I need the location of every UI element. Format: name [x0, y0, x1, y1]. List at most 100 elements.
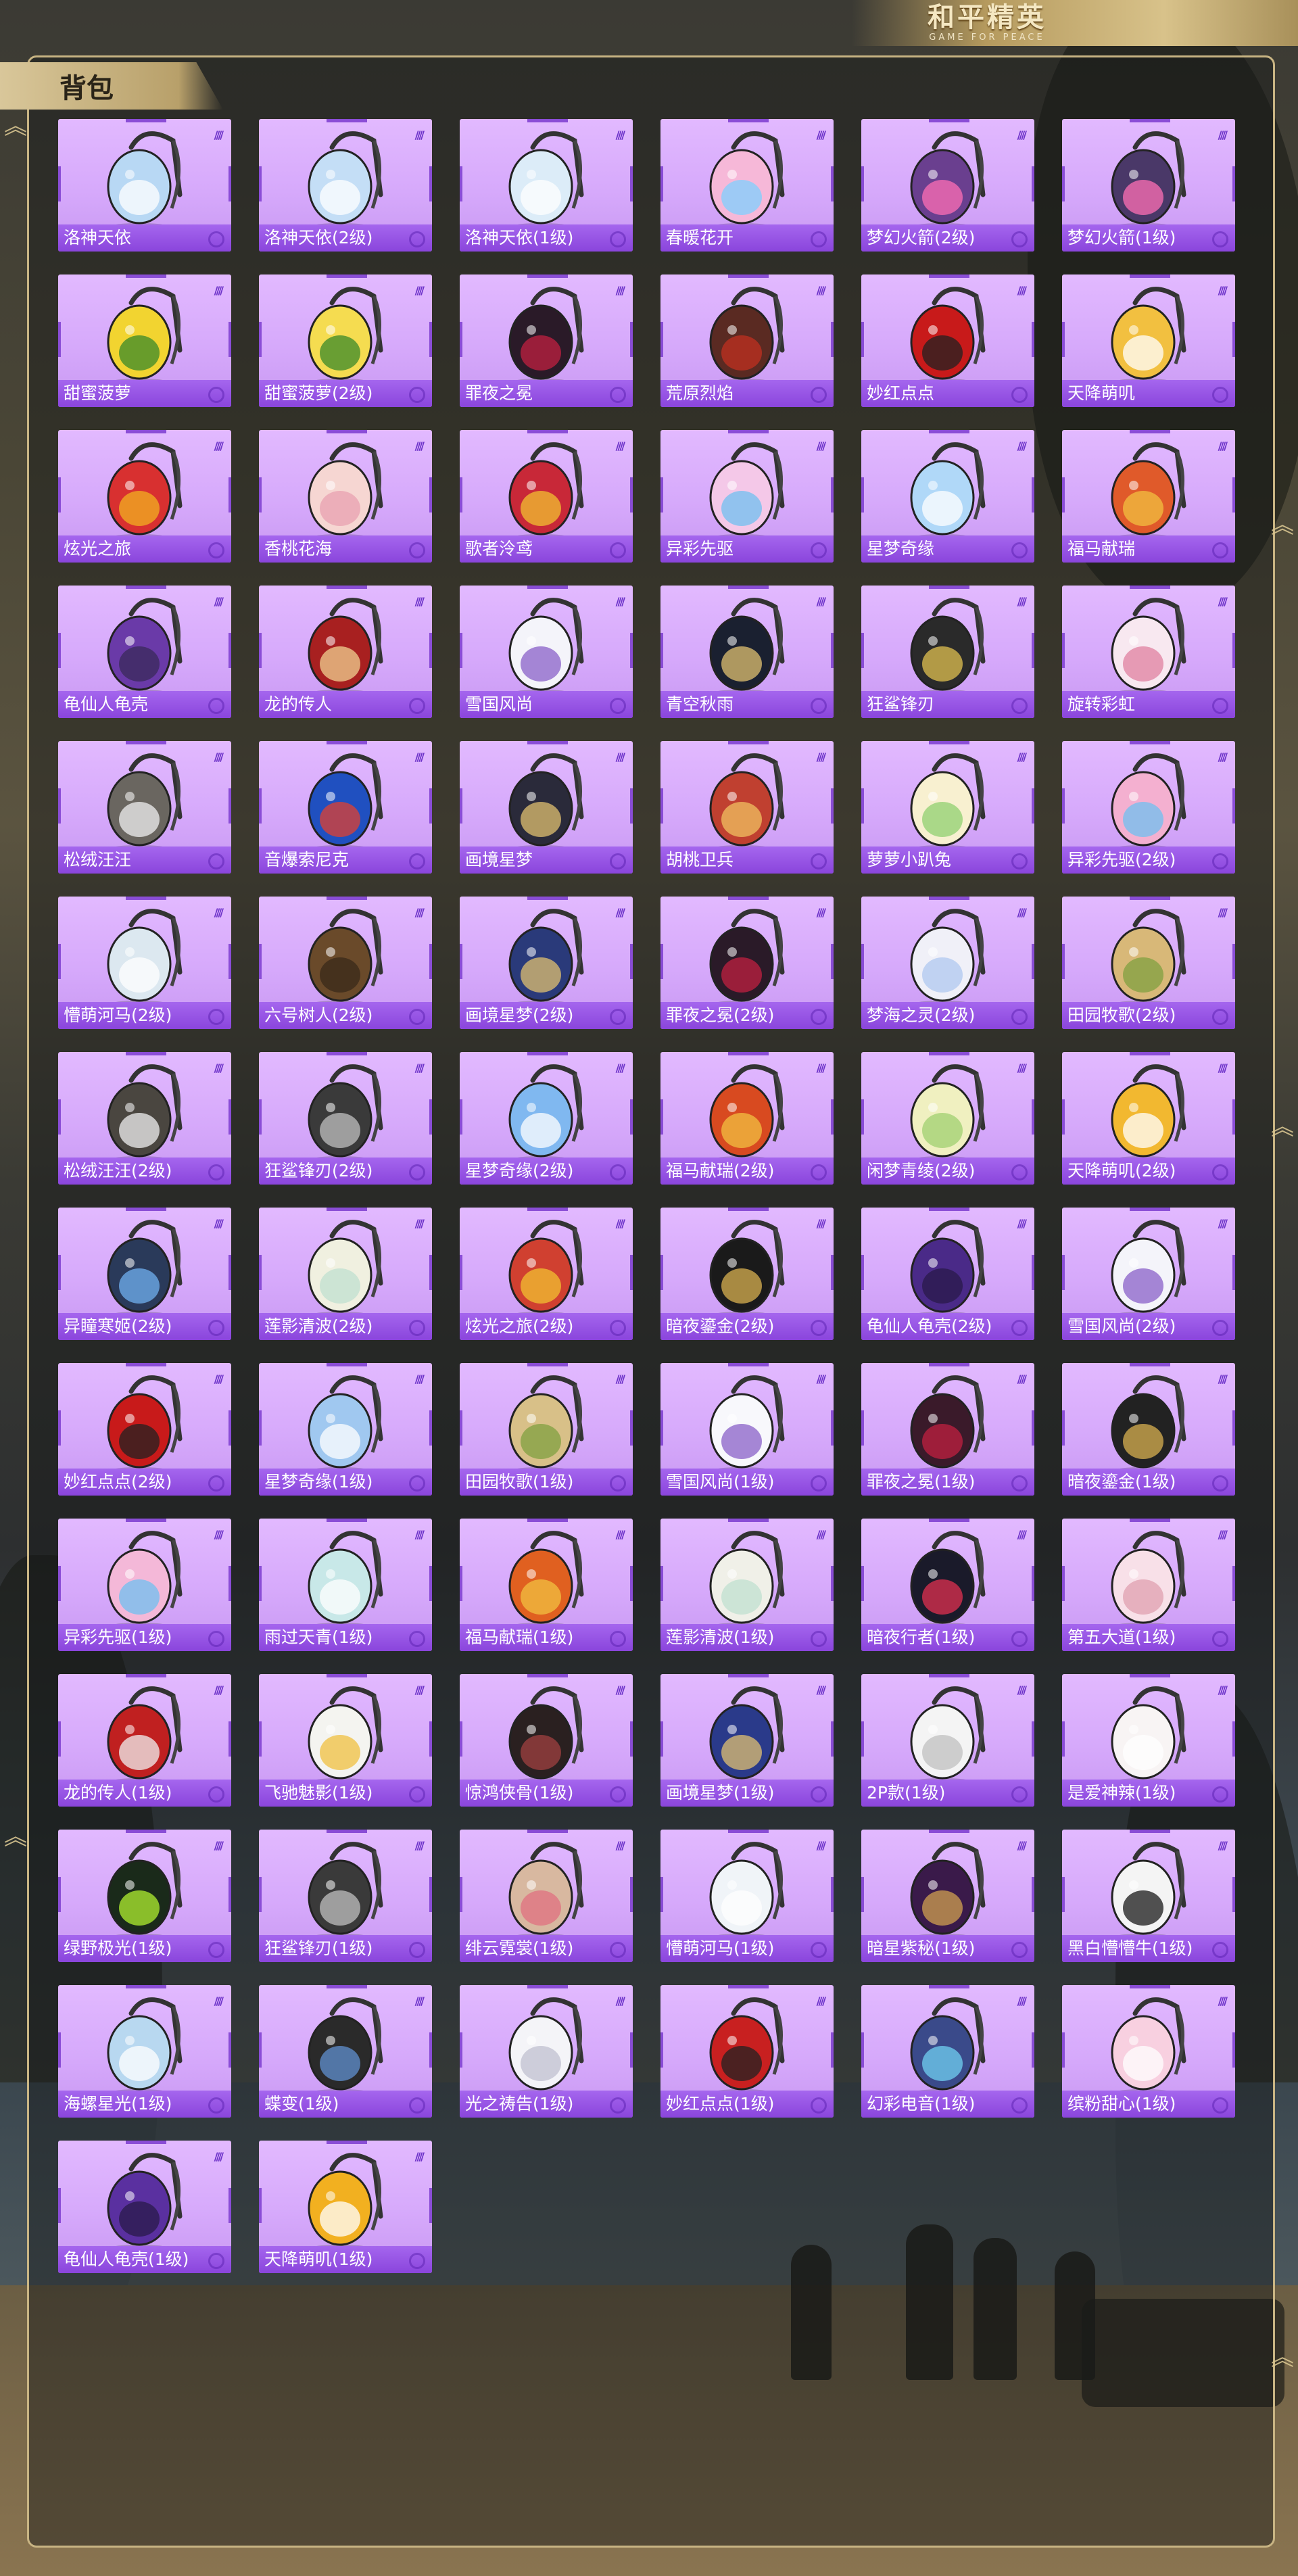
backpack-card[interactable]: //// 妙红点点 [861, 275, 1034, 407]
backpack-card[interactable]: //// 星梦奇缘 [861, 430, 1034, 563]
backpack-name: 田园牧歌(2级) [1062, 1002, 1235, 1029]
backpack-card[interactable]: //// 蝶变(1级) [259, 1985, 432, 2118]
backpack-card[interactable]: //// 懵萌河马(1级) [660, 1830, 834, 1962]
backpack-card[interactable]: //// 画境星梦 [460, 741, 633, 874]
backpack-card[interactable]: //// 雨过天青(1级) [259, 1519, 432, 1651]
card-edge-notch [229, 1566, 231, 1601]
backpack-card[interactable]: //// 暗夜行者(1级) [861, 1519, 1034, 1651]
backpack-card[interactable]: //// 狂鲨锋刃(2级) [259, 1052, 432, 1185]
backpack-card[interactable]: //// 绯云霓裳(1级) [460, 1830, 633, 1962]
backpack-card[interactable]: //// 田园牧歌(2级) [1062, 897, 1235, 1029]
backpack-card[interactable]: //// 罪夜之冕(2级) [660, 897, 834, 1029]
backpack-card[interactable]: //// 妙红点点(1级) [660, 1985, 834, 2118]
backpack-card[interactable]: //// 音爆索尼克 [259, 741, 432, 874]
backpack-card[interactable]: //// 萝萝小趴兔 [861, 741, 1034, 874]
backpack-card[interactable]: //// 画境星梦(2级) [460, 897, 633, 1029]
backpack-card[interactable]: //// 梦幻火箭(1级) [1062, 119, 1235, 252]
backpack-card[interactable]: //// 天降萌叽(1级) [259, 2141, 432, 2273]
backpack-card[interactable]: //// 春暖花开 [660, 119, 834, 252]
backpack-card[interactable]: //// 旋转彩虹 [1062, 586, 1235, 718]
backpack-card[interactable]: //// 龙的传人 [259, 586, 432, 718]
backpack-card[interactable]: //// 香桃花海 [259, 430, 432, 563]
card-top-accent [1130, 586, 1170, 589]
backpack-card[interactable]: //// 六号树人(2级) [259, 897, 432, 1029]
backpack-card[interactable]: //// 龟仙人龟壳 [58, 586, 231, 718]
backpack-card[interactable]: //// 胡桃卫兵 [660, 741, 834, 874]
backpack-card[interactable]: //// 异彩先驱(2级) [1062, 741, 1235, 874]
backpack-card[interactable]: //// 绿野极光(1级) [58, 1830, 231, 1962]
backpack-card[interactable]: //// 龟仙人龟壳(2级) [861, 1208, 1034, 1340]
backpack-card[interactable]: //// 福马献瑞(2级) [660, 1052, 834, 1185]
backpack-icon [1101, 1060, 1196, 1162]
backpack-icon [900, 1682, 995, 1784]
backpack-card[interactable]: //// 天降萌叽 [1062, 275, 1235, 407]
card-edge-notch [1232, 1255, 1235, 1290]
backpack-card[interactable]: //// 闲梦青绫(2级) [861, 1052, 1034, 1185]
backpack-card[interactable]: //// 罪夜之冕(1级) [861, 1363, 1034, 1496]
backpack-card[interactable]: //// 洛神天依(2级) [259, 119, 432, 252]
backpack-icon [499, 1060, 594, 1162]
backpack-card[interactable]: //// 青空秋雨 [660, 586, 834, 718]
card-edge-notch [1232, 1410, 1235, 1446]
backpack-card[interactable]: //// 雪国风尚 [460, 586, 633, 718]
backpack-card[interactable]: //// 异彩先驱 [660, 430, 834, 563]
backpack-card[interactable]: //// 莲影清波(2级) [259, 1208, 432, 1340]
backpack-card[interactable]: //// 妙红点点(2级) [58, 1363, 231, 1496]
backpack-card[interactable]: //// 罪夜之冕 [460, 275, 633, 407]
backpack-name: 光之祷告(1级) [460, 2091, 633, 2118]
backpack-card[interactable]: //// 炫光之旅(2级) [460, 1208, 633, 1340]
backpack-card[interactable]: //// 是爱神辣(1级) [1062, 1674, 1235, 1807]
rarity-stripes-icon: //// [816, 1995, 826, 2007]
backpack-card[interactable]: //// 惊鸿侠骨(1级) [460, 1674, 633, 1807]
backpack-card[interactable]: //// 星梦奇缘(2级) [460, 1052, 633, 1185]
backpack-card[interactable]: //// 星梦奇缘(1级) [259, 1363, 432, 1496]
backpack-card[interactable]: //// 飞驰魅影(1级) [259, 1674, 432, 1807]
backpack-card[interactable]: //// 松绒汪汪 [58, 741, 231, 874]
backpack-card[interactable]: //// 洛神天依 [58, 119, 231, 252]
backpack-card[interactable]: //// 荒原烈焰 [660, 275, 834, 407]
backpack-card[interactable]: //// 懵萌河马(2级) [58, 897, 231, 1029]
backpack-card[interactable]: //// 暗夜鎏金(1级) [1062, 1363, 1235, 1496]
backpack-card[interactable]: //// 莲影清波(1级) [660, 1519, 834, 1651]
backpack-card[interactable]: //// 梦幻火箭(2级) [861, 119, 1034, 252]
backpack-card[interactable]: //// 画境星梦(1级) [660, 1674, 834, 1807]
backpack-card[interactable]: //// 天降萌叽(2级) [1062, 1052, 1235, 1185]
backpack-card[interactable]: //// 雪国风尚(2级) [1062, 1208, 1235, 1340]
backpack-card[interactable]: //// 暗夜鎏金(2级) [660, 1208, 834, 1340]
backpack-card[interactable]: //// 海螺星光(1级) [58, 1985, 231, 2118]
backpack-card[interactable]: //// 甜蜜菠萝(2级) [259, 275, 432, 407]
backpack-card[interactable]: //// 田园牧歌(1级) [460, 1363, 633, 1496]
backpack-card[interactable]: //// 洛神天依(1级) [460, 119, 633, 252]
card-top-accent [728, 119, 769, 122]
backpack-card[interactable]: //// 幻彩电音(1级) [861, 1985, 1034, 2118]
card-top-accent [527, 1674, 568, 1677]
backpack-icon [900, 1993, 995, 2095]
backpack-card[interactable]: //// 歌者泠鸢 [460, 430, 633, 563]
backpack-card[interactable]: //// 狂鲨锋刃 [861, 586, 1034, 718]
category-tab[interactable]: 背包 [0, 62, 223, 110]
backpack-card[interactable]: //// 暗星紫秘(1级) [861, 1830, 1034, 1962]
backpack-card[interactable]: //// 福马献瑞 [1062, 430, 1235, 563]
backpack-card[interactable]: //// 缤粉甜心(1级) [1062, 1985, 1235, 2118]
rarity-stripes-icon: //// [1017, 1995, 1027, 2007]
rarity-stripes-icon: //// [214, 1684, 224, 1696]
backpack-card[interactable]: //// 2P款(1级) [861, 1674, 1034, 1807]
backpack-card[interactable]: //// 第五大道(1级) [1062, 1519, 1235, 1651]
backpack-card[interactable]: //// 甜蜜菠萝 [58, 275, 231, 407]
card-edge-notch [58, 788, 61, 824]
backpack-card[interactable]: //// 龟仙人龟壳(1级) [58, 2141, 231, 2273]
backpack-card[interactable]: //// 炫光之旅 [58, 430, 231, 563]
backpack-card[interactable]: //// 光之祷告(1级) [460, 1985, 633, 2118]
backpack-card[interactable]: //// 松绒汪汪(2级) [58, 1052, 231, 1185]
backpack-card[interactable]: //// 梦海之灵(2级) [861, 897, 1034, 1029]
backpack-card[interactable]: //// 福马献瑞(1级) [460, 1519, 633, 1651]
card-edge-notch [1062, 1255, 1065, 1290]
backpack-card[interactable]: //// 异彩先驱(1级) [58, 1519, 231, 1651]
card-edge-notch [429, 1566, 432, 1601]
backpack-card[interactable]: //// 异瞳寒姬(2级) [58, 1208, 231, 1340]
backpack-card[interactable]: //// 雪国风尚(1级) [660, 1363, 834, 1496]
backpack-card[interactable]: //// 龙的传人(1级) [58, 1674, 231, 1807]
backpack-card[interactable]: //// 黑白懵懵牛(1级) [1062, 1830, 1235, 1962]
backpack-card[interactable]: //// 狂鲨锋刃(1级) [259, 1830, 432, 1962]
card-top-accent [327, 275, 367, 278]
